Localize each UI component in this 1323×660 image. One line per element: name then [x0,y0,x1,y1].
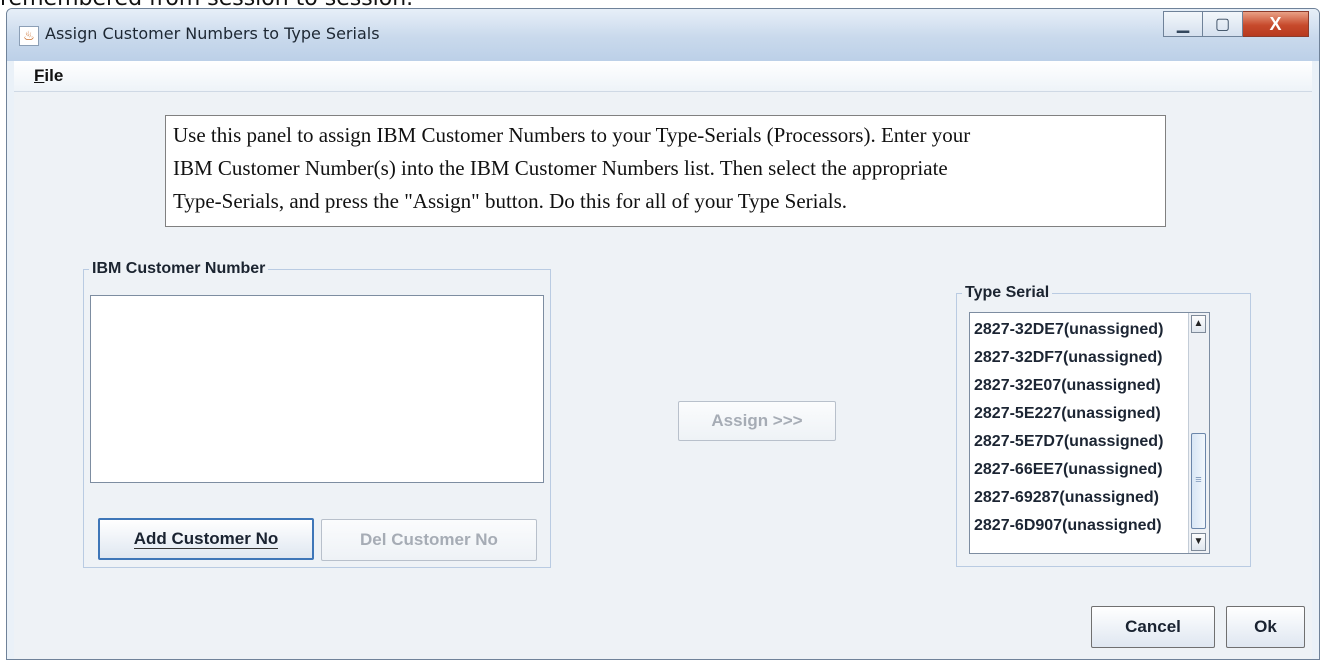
title-bar[interactable]: ♨ Assign Customer Numbers to Type Serial… [7,9,1319,61]
type-serial-item[interactable]: 2827-32E07(unassigned) [974,377,1161,395]
vertical-scrollbar[interactable]: ▲ ≡ ▼ [1188,313,1209,553]
ok-button[interactable]: Ok [1226,606,1305,648]
instructions-line: Use this panel to assign IBM Customer Nu… [173,123,971,147]
customer-number-legend: IBM Customer Number [92,260,266,277]
type-serial-legend: Type Serial [965,284,1050,301]
add-customer-label: Add Customer No [133,529,279,549]
dialog-content: File Use this panel to assign IBM Custom… [14,61,1312,659]
type-serial-list[interactable]: 2827-32DE7(unassigned) 2827-32DF7(unassi… [969,312,1210,554]
menu-file-label: ile [44,66,64,85]
cancel-button[interactable]: Cancel [1091,606,1215,648]
dialog-window: ♨ Assign Customer Numbers to Type Serial… [6,8,1320,660]
scroll-up-icon[interactable]: ▲ [1191,315,1206,333]
window-title: Assign Customer Numbers to Type Serials [45,24,380,43]
type-serial-item[interactable]: 2827-32DF7(unassigned) [974,349,1163,367]
menu-file-mnemonic: F [34,66,45,85]
assign-button[interactable]: Assign >>> [678,401,836,441]
add-customer-button[interactable]: Add Customer No [98,518,314,560]
minimize-icon[interactable]: ▁ [1163,11,1203,37]
instructions-line: Type-Serials, and press the "Assign" but… [173,189,848,213]
instructions-line: IBM Customer Number(s) into the IBM Cust… [173,156,948,180]
type-serial-item[interactable]: 2827-32DE7(unassigned) [974,321,1163,339]
menu-bar: File [14,61,1312,92]
customer-number-list[interactable] [90,295,544,483]
type-serial-item[interactable]: 2827-69287(unassigned) [974,489,1159,507]
type-serial-item[interactable]: 2827-5E7D7(unassigned) [974,433,1163,451]
del-customer-button[interactable]: Del Customer No [321,519,537,561]
window-controls: ▁ ▢ X [1163,11,1309,37]
type-serial-item[interactable]: 2827-5E227(unassigned) [974,405,1161,423]
type-serial-item[interactable]: 2827-66EE7(unassigned) [974,461,1163,479]
scroll-thumb[interactable]: ≡ [1191,433,1206,529]
type-serial-item[interactable]: 2827-6D907(unassigned) [974,517,1162,535]
maximize-icon[interactable]: ▢ [1203,11,1243,37]
menu-file[interactable]: File [34,66,63,86]
scroll-down-icon[interactable]: ▼ [1191,533,1206,551]
close-icon[interactable]: X [1243,11,1309,37]
java-cup-icon: ♨ [19,26,39,46]
instructions-panel: Use this panel to assign IBM Customer Nu… [165,115,1166,227]
